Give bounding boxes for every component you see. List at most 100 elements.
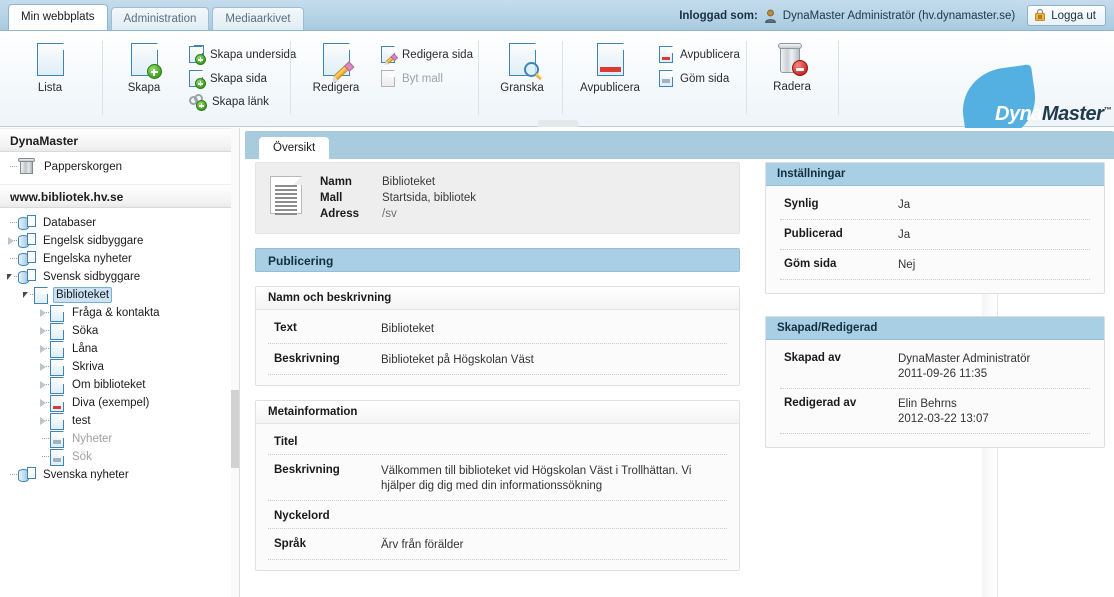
tree-item-databaser[interactable]: Databaser: [0, 214, 239, 232]
tree-leaf-connector: [6, 158, 18, 176]
lista-button[interactable]: Lista: [14, 31, 86, 94]
setting-value: Ja: [898, 229, 911, 241]
tab-oversikt[interactable]: Översikt: [259, 137, 330, 159]
tree-item-skriva[interactable]: Skriva: [0, 358, 239, 376]
page-info-grid: Namn Biblioteket Mall Startsida, bibliot…: [320, 176, 476, 220]
page-unpublish-icon: [659, 46, 673, 63]
chevron-right-icon[interactable]: [38, 340, 51, 358]
granska-button[interactable]: Granska: [486, 31, 558, 94]
window-tab-1[interactable]: Administration: [110, 7, 210, 30]
tree-item-s-ka[interactable]: Söka: [0, 322, 239, 340]
site-icon: [18, 467, 36, 483]
chevron-right-icon[interactable]: [38, 394, 51, 412]
page-info-box: Namn Biblioteket Mall Startsida, bibliot…: [255, 162, 740, 234]
avpublicera-button[interactable]: Avpublicera: [572, 31, 648, 94]
field-row: Språk Ärv från förälder: [268, 536, 727, 560]
chevron-right-icon[interactable]: [38, 376, 51, 394]
tree-item-engelsk-sidbyggare[interactable]: Engelsk sidbyggare: [0, 232, 239, 250]
avpublicera-command-list: Avpublicera Göm sida: [656, 31, 743, 88]
page-icon: [34, 286, 49, 304]
window-tab-2[interactable]: Mediaarkivet: [212, 7, 304, 30]
ribbon-group-granska: Granska: [486, 31, 558, 127]
tree-item-label: test: [72, 415, 91, 427]
tree-item-label: Diva (exempel): [72, 397, 150, 409]
chevron-right-icon[interactable]: [6, 232, 19, 250]
chevron-right-icon[interactable]: [38, 412, 51, 430]
avpublicera-sida-button[interactable]: Avpublicera: [656, 45, 743, 64]
panel-title: Skapad/Redigerad: [766, 317, 1104, 340]
tree-item-svensk-sidbyggare[interactable]: Svensk sidbyggare: [0, 268, 239, 286]
info-key: Mall: [320, 192, 343, 204]
tree-item-l-na[interactable]: Låna: [0, 340, 239, 358]
page-add-icon: [130, 43, 162, 79]
site-icon: [18, 251, 36, 267]
setting-value: Ja: [898, 199, 911, 211]
trash-deny-icon: [777, 43, 808, 76]
ribbon-separator: [562, 41, 563, 115]
field-value: Välkommen till biblioteket vid Högskolan…: [381, 465, 692, 492]
logout-button[interactable]: Logga ut: [1027, 5, 1106, 26]
tree-leaf-connector: [6, 214, 18, 232]
page-icon: [50, 358, 65, 376]
user-name: DynaMaster Administratör (hv.dynamaster.…: [782, 9, 1016, 22]
ribbon-separator: [478, 41, 479, 115]
chevron-down-icon[interactable]: [6, 268, 19, 286]
redigera-button[interactable]: Redigera: [300, 31, 372, 94]
trash-icon: [18, 158, 36, 176]
tree-item-label: Engelska nyheter: [43, 253, 132, 265]
skapa-undersida-button[interactable]: Skapa undersida: [186, 45, 299, 65]
skapa-sida-button[interactable]: Skapa sida: [186, 69, 299, 89]
page-edit-icon: [381, 46, 397, 65]
chevron-down-icon[interactable]: [22, 286, 35, 304]
info-value: Startsida, bibliotek: [382, 192, 476, 204]
field-key: Text: [274, 322, 297, 334]
skapa-lank-button[interactable]: Skapa länk: [186, 93, 299, 111]
byt-mall-button[interactable]: Byt mall: [378, 69, 476, 88]
radera-button[interactable]: Radera: [756, 31, 828, 93]
tree-item-biblioteket[interactable]: Biblioteket: [0, 286, 239, 304]
tree-leaf-connector: [38, 448, 50, 466]
window-tab-0[interactable]: Min webbplats: [8, 4, 108, 30]
ribbon-collapse-nub[interactable]: [538, 120, 578, 127]
tree-item-s-k[interactable]: Sök: [0, 448, 239, 466]
tree-item-om-biblioteket[interactable]: Om biblioteket: [0, 376, 239, 394]
tree-item-label: Skriva: [72, 361, 104, 373]
info-value: Biblioteket: [382, 176, 436, 188]
chevron-right-icon[interactable]: [38, 322, 51, 340]
field-key: Beskrivning: [274, 353, 340, 365]
tree-item-engelska-nyheter[interactable]: Engelska nyheter: [0, 250, 239, 268]
chevron-right-icon[interactable]: [38, 358, 51, 376]
page-hidden-icon: [50, 448, 65, 466]
tree-item-test[interactable]: test: [0, 412, 239, 430]
info-key: Adress: [320, 208, 359, 220]
gom-sida-button[interactable]: Göm sida: [656, 69, 743, 88]
ribbon-group-radera: Radera: [756, 31, 828, 127]
tree-item-fr-ga-kontakta[interactable]: Fråga & kontakta: [0, 304, 239, 322]
tree-item-label: Om biblioteket: [72, 379, 146, 391]
top-header-bar: Min webbplats Administration Mediaarkivet …: [0, 0, 1114, 31]
panel-skapad-redigerad: Skapad/Redigerad Skapad av DynaMaster Ad…: [765, 316, 1105, 448]
skapa-button[interactable]: Skapa: [108, 31, 180, 94]
panel-body: Skapad av DynaMaster Administratör 2011-…: [766, 340, 1104, 447]
tree-item-svenska-nyheter[interactable]: Svenska nyheter: [0, 466, 239, 484]
ribbon-toolbar: Lista Skapa Skapa undersida Skapa sida S…: [0, 31, 1114, 144]
tree-item-diva-exempel[interactable]: Diva (exempel): [0, 394, 239, 412]
tree-item-papperskorgen[interactable]: Papperskorgen: [0, 158, 239, 176]
sidebar-scrollbar-thumb[interactable]: [231, 390, 239, 468]
tree-leaf-connector: [6, 250, 18, 268]
sidebar-scrollbar[interactable]: [231, 128, 239, 597]
field-key: Titel: [274, 436, 298, 448]
redigera-sida-button[interactable]: Redigera sida: [378, 45, 476, 65]
lock-icon: [1034, 8, 1046, 24]
tree-item-nyheter[interactable]: Nyheter: [0, 430, 239, 448]
pages-add-icon: [189, 46, 206, 65]
ribbon-separator: [838, 41, 839, 115]
ribbon-group-skapa: Skapa Skapa undersida Skapa sida Skapa l…: [108, 31, 299, 127]
redigera-command-list: Redigera sida Byt mall: [378, 31, 476, 88]
sidebar-section-header: DynaMaster: [0, 128, 239, 152]
tree-item-label: Söka: [72, 325, 99, 337]
login-status-area: Inloggad som: DynaMaster Administratör (…: [679, 0, 1106, 31]
chevron-right-icon[interactable]: [38, 304, 51, 322]
setting-row: Publicerad Ja: [780, 227, 1090, 250]
